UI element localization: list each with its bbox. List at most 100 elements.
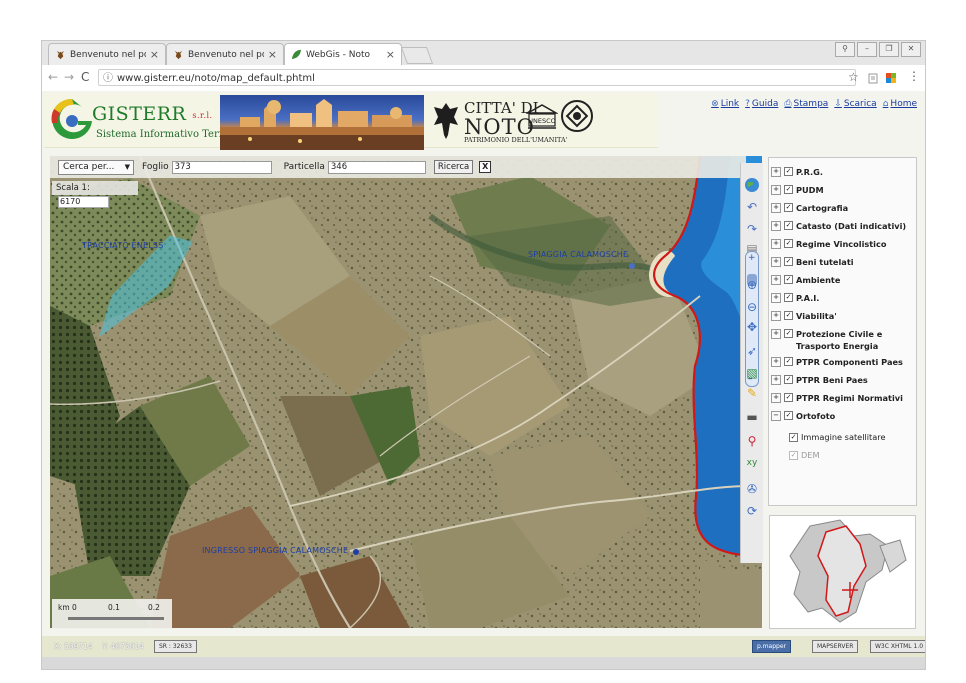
layer-ortofoto[interactable]: − ✓ Ortofoto — [771, 410, 913, 422]
map-canvas[interactable] — [50, 156, 762, 628]
zoom-in-small-icon[interactable]: + — [748, 254, 756, 263]
link-guida[interactable]: ? Guida — [745, 99, 778, 109]
expand-icon[interactable]: + — [771, 257, 781, 267]
checkbox-checked-icon[interactable]: ✓ — [784, 275, 793, 284]
back-arrow-icon[interactable]: ← — [48, 70, 58, 84]
layer-pai[interactable]: + ✓ P.A.I. — [771, 292, 913, 304]
expand-icon[interactable]: + — [771, 185, 781, 195]
menu-dots-icon[interactable]: ⋮ — [908, 69, 920, 83]
checkbox-checked-icon[interactable]: ✓ — [784, 203, 793, 212]
checkbox-checked-icon[interactable]: ✓ — [784, 293, 793, 302]
foglio-input[interactable]: 373 — [171, 160, 272, 174]
zoom-in-icon[interactable]: ⊕ — [744, 277, 760, 293]
checkbox-checked-icon[interactable]: ✓ — [784, 411, 793, 420]
url-bar[interactable]: ⓘ www.gisterr.eu/noto/map_default.phtml — [98, 69, 856, 86]
forward-history-icon[interactable]: ↷ — [744, 221, 760, 237]
layer-regime-vincolistico[interactable]: + ✓ Regime Vincolistico — [771, 238, 913, 250]
forward-arrow-icon[interactable]: → — [64, 70, 74, 84]
layer-ambiente[interactable]: + ✓ Ambiente — [771, 274, 913, 286]
expand-icon[interactable]: + — [771, 275, 781, 285]
layer-viabilita[interactable]: + ✓ Viabilita' — [771, 310, 913, 322]
collapse-icon[interactable]: − — [771, 411, 781, 421]
tab-webgis-noto[interactable]: WebGis - Noto × — [284, 43, 402, 65]
checkbox-checked-icon[interactable]: ✓ — [784, 393, 793, 402]
extension-icon[interactable] — [868, 73, 878, 84]
measure-icon[interactable]: ▬ — [744, 409, 760, 425]
wrench-icon[interactable]: ✇ — [744, 481, 760, 497]
layer-cartografia[interactable]: + ✓ Cartografia — [771, 202, 913, 214]
expand-icon[interactable]: + — [771, 167, 781, 177]
scale-input[interactable]: 6170 — [58, 196, 109, 208]
office-extension-icon[interactable] — [886, 73, 896, 84]
link-scarica[interactable]: ⇩ Scarica — [834, 99, 876, 109]
close-icon[interactable]: × — [268, 48, 277, 61]
srs-badge[interactable]: SR : 32633 — [154, 640, 197, 653]
bookmark-star-icon[interactable]: ☆ — [848, 70, 859, 84]
overview-map[interactable] — [769, 515, 916, 629]
layer-beni-tutelati[interactable]: + ✓ Beni tutelati — [771, 256, 913, 268]
minimize-button[interactable]: – — [857, 42, 877, 57]
xy-coords-icon[interactable]: xy — [744, 455, 760, 471]
checkbox-checked-icon[interactable]: ✓ — [784, 185, 793, 194]
link-home[interactable]: ⌂ Home — [883, 99, 917, 109]
checkbox-checked-icon[interactable]: ✓ — [784, 357, 793, 366]
status-bar: X: 509714 Y: 4075014 SR : 32633 p.mapper… — [42, 636, 925, 657]
w3c-badge[interactable]: W3C XHTML 1.0 — [870, 640, 925, 653]
select-icon[interactable]: ▧ — [744, 365, 760, 381]
ricerca-button[interactable]: Ricerca — [433, 160, 474, 174]
expand-icon[interactable]: + — [771, 239, 781, 249]
expand-icon[interactable]: + — [771, 393, 781, 403]
checkbox-checked-icon[interactable]: ✓ — [784, 375, 793, 384]
search-type-select[interactable]: Cerca per... ▼ — [58, 159, 134, 175]
spiaggia-marker[interactable] — [629, 263, 635, 269]
expand-icon[interactable]: + — [771, 357, 781, 367]
close-window-button[interactable]: ✕ — [901, 42, 921, 57]
checkbox-checked-icon[interactable]: ✓ — [784, 167, 793, 176]
identify-icon[interactable]: ➶ — [744, 343, 760, 359]
layer-ptpr-regimi[interactable]: + ✓ PTPR Regimi Normativi — [771, 392, 913, 404]
checkbox-checked-icon[interactable]: ✓ — [784, 221, 793, 230]
expand-icon[interactable]: + — [771, 375, 781, 385]
sublayer-dem[interactable]: ✓ DEM — [789, 450, 820, 460]
layer-ptpr-beni[interactable]: + ✓ PTPR Beni Paes — [771, 374, 913, 386]
expand-icon[interactable]: + — [771, 293, 781, 303]
checkbox-checked-icon[interactable]: ✓ — [784, 311, 793, 320]
expand-icon[interactable]: + — [771, 311, 781, 321]
profile-button[interactable]: ⚲ — [835, 42, 855, 57]
pin-icon[interactable]: ⚲ — [744, 433, 760, 449]
expand-icon[interactable]: + — [771, 221, 781, 231]
link-link[interactable]: ⊗ Link — [711, 99, 739, 109]
layer-catasto[interactable]: + ✓ Catasto (Dati indicativi) — [771, 220, 913, 232]
expand-icon[interactable]: + — [771, 329, 781, 339]
tab-portale-2[interactable]: Benvenuto nel portale is × — [166, 43, 284, 65]
reload-icon[interactable]: C — [81, 70, 89, 84]
maximize-button[interactable]: ❐ — [879, 42, 899, 57]
info-icon[interactable]: ⓘ — [103, 70, 113, 87]
back-history-icon[interactable]: ↶ — [744, 199, 760, 215]
layer-protezione-civile[interactable]: + ✓ Protezione Civile e Trasporto Energia — [771, 328, 913, 352]
layer-ptpr-componenti[interactable]: + ✓ PTPR Componenti Paes — [771, 356, 913, 368]
link-stampa[interactable]: ⎙ Stampa — [784, 99, 828, 109]
clear-search-button[interactable]: X — [479, 161, 492, 173]
pan-icon[interactable]: ✥ — [744, 319, 760, 335]
layer-prg[interactable]: + ✓ P.R.G. — [771, 166, 913, 178]
tooltip-icon[interactable]: ✎ — [744, 385, 760, 401]
new-tab-button[interactable] — [400, 47, 434, 64]
refresh-icon[interactable]: ⟳ — [744, 503, 760, 519]
zoom-out-icon[interactable]: ⊖ — [744, 299, 760, 315]
checkbox-checked-icon[interactable]: ✓ — [784, 257, 793, 266]
sublayer-immagine-satellitare[interactable]: ✓ Immagine satellitare — [789, 432, 886, 442]
pmapper-badge[interactable]: p.mapper — [752, 640, 792, 653]
close-icon[interactable]: × — [150, 48, 159, 61]
tab-portale-1[interactable]: Benvenuto nel portale is × — [48, 43, 166, 65]
expand-icon[interactable]: + — [771, 203, 781, 213]
globe-icon[interactable] — [744, 177, 760, 193]
checkbox-checked-icon[interactable]: ✓ — [789, 432, 798, 442]
close-icon[interactable]: × — [386, 48, 395, 61]
particella-input[interactable]: 346 — [327, 160, 426, 174]
checkbox-checked-icon[interactable]: ✓ — [784, 329, 793, 338]
mapserver-badge[interactable]: MAPSERVER — [812, 640, 859, 653]
layer-pudm[interactable]: + ✓ PUDM — [771, 184, 913, 196]
checkbox-checked-icon[interactable]: ✓ — [789, 450, 798, 460]
checkbox-checked-icon[interactable]: ✓ — [784, 239, 793, 248]
